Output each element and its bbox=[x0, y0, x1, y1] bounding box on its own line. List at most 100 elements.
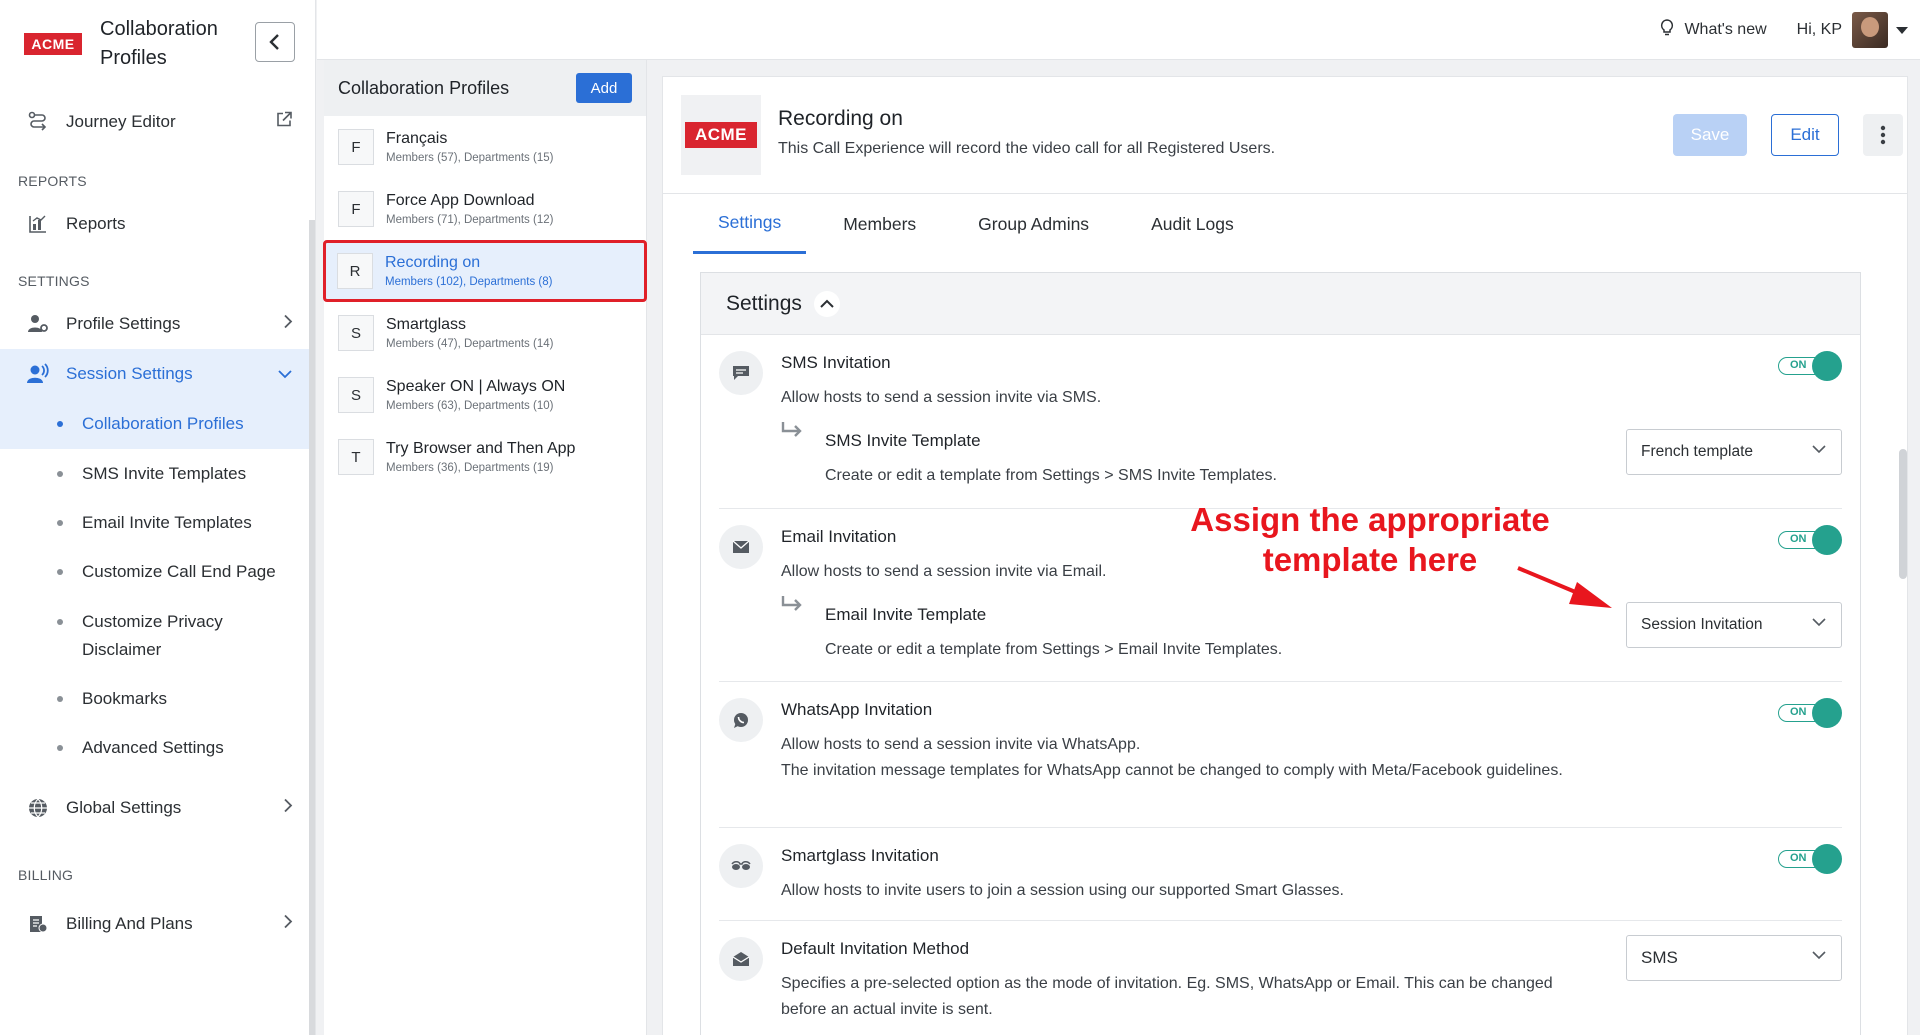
whatsapp-invitation-toggle[interactable]: ON bbox=[1778, 698, 1842, 728]
settings-card: Settings SMS Invitation Allow hosts to s… bbox=[700, 272, 1861, 1035]
session-settings-label: Session Settings bbox=[66, 364, 193, 383]
profile-name: Français bbox=[386, 130, 448, 147]
toggle-label: ON bbox=[1790, 852, 1807, 864]
chevron-right-icon bbox=[283, 914, 293, 935]
bullet bbox=[57, 619, 63, 625]
sms-template-desc: Create or edit a template from Settings … bbox=[825, 467, 1277, 484]
sidebar-item-profile-settings[interactable]: Profile Settings bbox=[0, 299, 315, 349]
sidebar-sub-email-invite-templates[interactable]: Email Invite Templates bbox=[0, 498, 315, 547]
profile-item[interactable]: T Try Browser and Then App Members (36), … bbox=[324, 426, 646, 488]
profile-letter: F bbox=[338, 129, 374, 165]
sms-icon bbox=[719, 351, 763, 395]
chevron-left-icon bbox=[269, 34, 279, 50]
whats-new-link[interactable]: What's new bbox=[1660, 18, 1767, 42]
sub-label: Bookmarks bbox=[82, 688, 168, 708]
profile-item[interactable]: F Force App Download Members (71), Depart… bbox=[324, 178, 646, 240]
section-billing: BILLING bbox=[18, 867, 74, 883]
sidebar-sub-advanced-settings[interactable]: Advanced Settings bbox=[0, 723, 315, 772]
collapse-sidebar-button[interactable] bbox=[255, 22, 295, 62]
sms-invitation-title: SMS Invitation bbox=[781, 353, 891, 372]
default-invitation-select[interactable]: SMS bbox=[1626, 935, 1842, 981]
profile-item[interactable]: S Speaker ON | Always ON Members (63), De… bbox=[324, 364, 646, 426]
main-scrollbar[interactable] bbox=[1899, 449, 1907, 579]
profile-item-selected[interactable]: R Recording on Members (102), Departments… bbox=[323, 240, 647, 302]
envelope-icon bbox=[719, 525, 763, 569]
profile-settings-label: Profile Settings bbox=[66, 314, 181, 333]
profile-meta: Members (63), Departments (10) bbox=[386, 400, 554, 412]
tab-audit-logs[interactable]: Audit Logs bbox=[1126, 194, 1259, 254]
profile-item[interactable]: S Smartglass Members (47), Departments (1… bbox=[324, 302, 646, 364]
toggle-knob bbox=[1812, 351, 1842, 381]
avatar[interactable] bbox=[1852, 12, 1888, 48]
add-profile-button[interactable]: Add bbox=[576, 73, 632, 103]
toggle-label: ON bbox=[1790, 706, 1807, 718]
sub-label: Collaboration Profiles bbox=[82, 414, 244, 433]
bullet bbox=[57, 744, 63, 751]
sidebar-sub-bookmarks[interactable]: Bookmarks bbox=[0, 674, 315, 723]
profile-header: ACME Recording on This Call Experience w… bbox=[663, 77, 1907, 194]
profile-meta: Members (47), Departments (14) bbox=[386, 338, 554, 350]
profiles-list: Collaboration Profiles Add F Français Mem… bbox=[323, 60, 647, 1035]
greeting-text: Hi, KP bbox=[1796, 21, 1842, 38]
top-bar: What's new Hi, KP bbox=[317, 0, 1920, 60]
profile-title: Recording on bbox=[778, 107, 903, 130]
sms-invitation-desc: Allow hosts to send a session invite via… bbox=[781, 389, 1102, 406]
sidebar-item-global-settings[interactable]: Global Settings bbox=[0, 783, 315, 833]
chevron-up-icon bbox=[820, 299, 834, 308]
smartglass-invitation-row: Smartglass Invitation Allow hosts to inv… bbox=[719, 828, 1842, 921]
sidebar-scrollbar[interactable] bbox=[309, 220, 315, 1035]
tab-settings[interactable]: Settings bbox=[693, 194, 807, 254]
lightbulb-icon bbox=[1660, 18, 1674, 42]
sidebar-item-reports[interactable]: Reports bbox=[0, 199, 315, 249]
toggle-knob bbox=[1812, 525, 1842, 555]
profile-letter: R bbox=[337, 253, 373, 289]
profile-tabs: Settings Members Group Admins Audit Logs bbox=[693, 194, 1271, 254]
save-button[interactable]: Save bbox=[1673, 114, 1747, 156]
default-invitation-value: SMS bbox=[1641, 948, 1678, 967]
smartglass-invitation-desc: Allow hosts to invite users to join a se… bbox=[781, 882, 1344, 899]
profile-logo-box: ACME bbox=[681, 95, 761, 175]
acme-logo: ACME bbox=[24, 33, 82, 55]
chevron-down-icon bbox=[1812, 445, 1826, 454]
user-menu-caret-icon[interactable] bbox=[1896, 26, 1908, 34]
whatsapp-desc-note: The invitation message templates for Wha… bbox=[781, 762, 1563, 779]
sidebar-item-session-settings[interactable]: Session Settings bbox=[0, 349, 315, 399]
whatsapp-invitation-title: WhatsApp Invitation bbox=[781, 700, 933, 719]
sms-invitation-toggle[interactable]: ON bbox=[1778, 351, 1842, 381]
settings-card-title: Settings bbox=[726, 291, 802, 315]
edit-button[interactable]: Edit bbox=[1771, 114, 1839, 156]
sidebar-sub-customize-privacy-disclaimer[interactable]: Customize Privacy Disclaimer bbox=[0, 596, 315, 674]
sub-arrow-icon bbox=[781, 595, 805, 618]
sub-label: Email Invite Templates bbox=[82, 512, 252, 532]
whatsapp-invitation-desc: Allow hosts to send a session invite via… bbox=[781, 732, 1601, 784]
profile-letter: T bbox=[338, 439, 374, 475]
email-template-select[interactable]: Session Invitation bbox=[1626, 602, 1842, 648]
tab-group-admins[interactable]: Group Admins bbox=[953, 194, 1114, 254]
annotation-arrow-icon bbox=[1517, 566, 1612, 608]
section-settings: SETTINGS bbox=[18, 273, 90, 289]
globe-icon bbox=[26, 796, 50, 820]
email-template-desc: Create or edit a template from Settings … bbox=[825, 641, 1283, 658]
profile-name: Smartglass bbox=[386, 316, 467, 333]
settings-card-header: Settings bbox=[701, 273, 1860, 335]
sms-template-value: French template bbox=[1641, 443, 1753, 460]
smartglass-invitation-toggle[interactable]: ON bbox=[1778, 844, 1842, 874]
sub-label: Advanced Settings bbox=[82, 737, 224, 757]
annotation-line-2: template here bbox=[1262, 541, 1478, 578]
profile-meta: Members (102), Departments (8) bbox=[385, 276, 553, 288]
profile-item[interactable]: F Français Members (57), Departments (15) bbox=[324, 116, 646, 178]
sidebar-item-journey-editor[interactable]: Journey Editor bbox=[0, 97, 315, 147]
more-options-button[interactable] bbox=[1863, 114, 1903, 156]
sidebar-sub-collaboration-profiles[interactable]: Collaboration Profiles bbox=[0, 399, 315, 449]
tab-members[interactable]: Members bbox=[818, 194, 941, 254]
whatsapp-icon bbox=[719, 698, 763, 742]
open-envelope-icon bbox=[719, 937, 763, 981]
bullet bbox=[57, 695, 63, 702]
sidebar-sub-sms-invite-templates[interactable]: SMS Invite Templates bbox=[0, 449, 315, 498]
sidebar-sub-customize-call-end-page[interactable]: Customize Call End Page bbox=[0, 547, 315, 596]
collapse-settings-button[interactable] bbox=[813, 290, 840, 317]
sms-template-select[interactable]: French template bbox=[1626, 429, 1842, 475]
sidebar-item-billing[interactable]: Billing And Plans bbox=[0, 899, 315, 949]
email-invitation-title: Email Invitation bbox=[781, 527, 897, 546]
email-invitation-toggle[interactable]: ON bbox=[1778, 525, 1842, 555]
